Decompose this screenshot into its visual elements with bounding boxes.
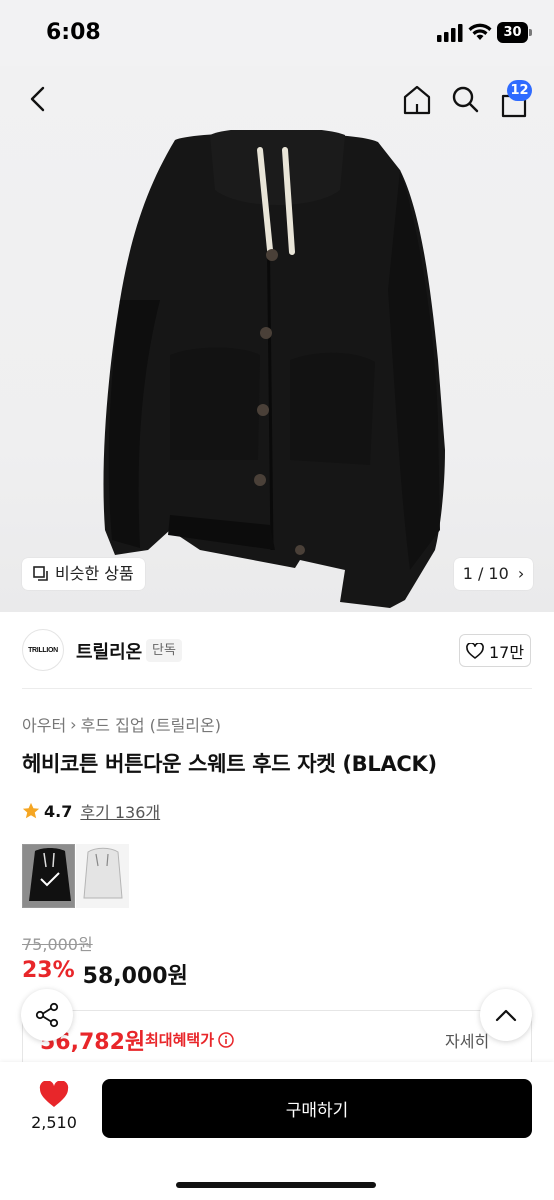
breadcrumb: 아우터 › 후드 집업 (트릴리온)	[22, 712, 221, 736]
similar-label: 비슷한 상품	[55, 564, 134, 583]
similar-products-button[interactable]: 비슷한 상품	[22, 558, 145, 590]
page-indicator-text: 1 / 10	[462, 564, 509, 583]
swatch-white[interactable]	[76, 844, 129, 908]
scroll-top-button[interactable]	[480, 989, 532, 1041]
product-image[interactable]	[100, 130, 450, 612]
cart-badge[interactable]: 12	[507, 80, 532, 101]
chevron-right-icon: ›	[70, 714, 77, 734]
max-benefit-label: 최대혜택가	[145, 1029, 234, 1050]
status-time: 6:08	[46, 20, 101, 45]
product-like-count: 2,510	[31, 1113, 77, 1132]
brand-like-count: 17만	[488, 642, 525, 662]
battery-icon: 30	[497, 22, 533, 43]
sale-price: 58,000원	[82, 964, 188, 989]
rating-row: 4.7 후기 136개	[22, 799, 160, 823]
breadcrumb-item-outer[interactable]: 아우터	[22, 712, 66, 736]
discount-rate: 23%	[22, 958, 75, 983]
chevron-up-icon	[495, 1009, 517, 1022]
review-link[interactable]: 후기 136개	[80, 799, 160, 823]
brand-name[interactable]: 트릴리온	[76, 638, 142, 664]
product-title: 헤비코튼 버튼다운 스웨트 후드 자켓 (BLACK)	[22, 752, 437, 776]
swatch-black[interactable]	[22, 844, 75, 908]
swatch-black-image	[29, 848, 71, 901]
buy-button[interactable]: 구매하기	[102, 1079, 532, 1138]
max-benefit-label-text: 최대혜택가	[145, 1031, 215, 1049]
home-indicator[interactable]	[176, 1182, 376, 1188]
brand-logo[interactable]: TRILLION	[22, 629, 64, 671]
info-icon[interactable]	[218, 1031, 234, 1048]
share-button[interactable]	[21, 989, 73, 1041]
benefit-detail-link[interactable]: 자세히	[445, 1028, 489, 1052]
search-icon[interactable]	[450, 84, 480, 114]
back-icon[interactable]	[24, 84, 54, 114]
similar-icon	[33, 566, 48, 581]
exclusive-badge: 단독	[146, 639, 182, 662]
brand-logo-text: TRILLION	[28, 646, 58, 654]
rating-value: 4.7	[44, 801, 73, 821]
sale-price-row: 23% 58,000원	[22, 958, 188, 990]
heart-filled-icon[interactable]	[39, 1081, 69, 1108]
share-icon	[35, 1002, 59, 1028]
wifi-icon	[468, 23, 492, 40]
gallery-page-indicator[interactable]: 1 / 10 ›	[454, 558, 533, 590]
brand-like-button[interactable]: 17만	[459, 634, 531, 667]
breadcrumb-item-category[interactable]: 후드 집업 (트릴리온)	[81, 712, 221, 736]
status-bar: 6:08 30	[0, 0, 554, 66]
original-price: 75,000원	[22, 935, 93, 954]
divider	[22, 688, 532, 689]
chevron-right-icon: ›	[517, 564, 525, 583]
battery-level: 30	[497, 22, 528, 43]
star-icon	[22, 802, 40, 819]
product-image-gallery[interactable]: 12 비슷한 상품 1 / 10 ›	[0, 66, 554, 612]
swatch-white-image	[83, 847, 123, 899]
home-icon[interactable]	[402, 84, 432, 116]
signal-icon	[437, 24, 463, 42]
heart-outline-icon	[466, 642, 484, 659]
